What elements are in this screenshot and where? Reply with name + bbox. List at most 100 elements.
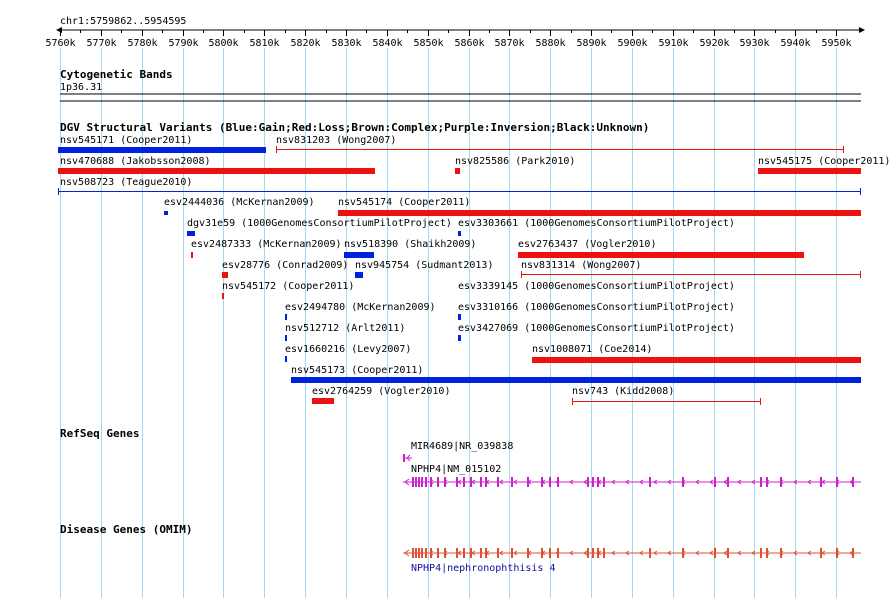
ruler-tick-label: 5920k bbox=[699, 38, 729, 49]
dgv-feature-bar bbox=[455, 168, 460, 174]
position-label: chr1:5759862..5954595 bbox=[60, 16, 186, 27]
gene-exon bbox=[511, 548, 513, 558]
gene-exon bbox=[437, 548, 439, 558]
dgv-feature-label: nsv545173 (Cooper2011) bbox=[291, 365, 423, 376]
dgv-track-title: DGV Structural Variants (Blue:Gain;Red:L… bbox=[60, 121, 649, 134]
gene-exon bbox=[549, 548, 551, 558]
dgv-feature[interactable]: nsv545173 (Cooper2011) bbox=[291, 365, 861, 383]
dgv-feature[interactable]: nsv1008071 (Coe2014) bbox=[532, 344, 861, 363]
dgv-feature[interactable]: esv1660216 (Levy2007) bbox=[285, 344, 411, 362]
dgv-feature-bar bbox=[187, 231, 195, 236]
dgv-feature[interactable]: esv3427069 (1000GenomesConsortiumPilotPr… bbox=[458, 323, 735, 334]
dgv-feature[interactable]: esv2763437 (Vogler2010) bbox=[518, 239, 804, 258]
gene-exon bbox=[412, 477, 414, 487]
dgv-feature-label: esv2487333 (McKernan2009) bbox=[191, 239, 342, 250]
dgv-feature[interactable]: nsv508723 (Teague2010) bbox=[58, 177, 861, 195]
dgv-feature-label: esv3339145 (1000GenomesConsortiumPilotPr… bbox=[458, 281, 735, 292]
ruler-tick-label: 5860k bbox=[454, 38, 484, 49]
ruler-tick-label: 5880k bbox=[535, 38, 565, 49]
dgv-feature-bar bbox=[58, 147, 266, 153]
dgv-feature-bar bbox=[222, 293, 224, 299]
dgv-feature-bar bbox=[285, 335, 287, 341]
gene-exon bbox=[852, 477, 854, 487]
dgv-feature[interactable]: dgv31e59 (1000GenomesConsortiumPilotProj… bbox=[187, 218, 452, 236]
dgv-feature-label: nsv831314 (Wong2007) bbox=[521, 260, 641, 271]
ruler-tick-label: 5910k bbox=[658, 38, 688, 49]
ruler-tick-label: 5810k bbox=[249, 38, 279, 49]
gene-label: NPHP4|NM_015102 bbox=[411, 464, 501, 475]
dgv-feature[interactable]: esv3303661 (1000GenomesConsortiumPilotPr… bbox=[458, 218, 735, 236]
dgv-feature[interactable]: nsv743 (Kidd2008) bbox=[572, 386, 761, 405]
dgv-feature[interactable]: nsv945754 (Sudmant2013) bbox=[355, 260, 493, 278]
dgv-feature-label: nsv470688 (Jakobsson2008) bbox=[60, 156, 211, 167]
ruler-ticks: 5760k 5770k 5780k 5790k 5800k 5810k 5820k 5830k… bbox=[45, 30, 852, 49]
dgv-feature[interactable]: esv2444036 (McKernan2009) bbox=[164, 197, 315, 215]
dgv-feature-bar bbox=[285, 314, 287, 320]
dgv-feature-bar bbox=[191, 252, 193, 258]
refseq-gene-mir4689[interactable]: MIR4689|NR_039838 bbox=[403, 441, 513, 462]
dgv-feature[interactable]: nsv831203 (Wong2007) bbox=[276, 135, 844, 153]
ruler-tick-label: 5870k bbox=[494, 38, 524, 49]
gene-exon bbox=[603, 477, 605, 487]
dgv-feature-label: nsv508723 (Teague2010) bbox=[60, 177, 192, 188]
gene-exon bbox=[415, 548, 417, 558]
dgv-feature-bar bbox=[285, 356, 287, 362]
dgv-feature[interactable]: nsv545172 (Cooper2011) bbox=[222, 281, 354, 299]
dgv-feature[interactable]: nsv831314 (Wong2007) bbox=[521, 260, 861, 278]
dgv-feature-label: nsv518390 (Shaikh2009) bbox=[344, 239, 476, 250]
omim-track-title: Disease Genes (OMIM) bbox=[60, 523, 192, 536]
dgv-feature[interactable]: esv3310166 (1000GenomesConsortiumPilotPr… bbox=[458, 302, 735, 341]
dgv-feature-label: esv3310166 (1000GenomesConsortiumPilotPr… bbox=[458, 302, 735, 313]
dgv-feature-label: esv3303661 (1000GenomesConsortiumPilotPr… bbox=[458, 218, 735, 229]
gene-exon bbox=[852, 548, 854, 558]
dgv-feature-bar bbox=[458, 314, 461, 320]
ruler-tick-label: 5760k bbox=[45, 38, 75, 49]
ruler-axis bbox=[56, 27, 865, 33]
gene-exon bbox=[649, 477, 651, 487]
dgv-feature[interactable]: nsv518390 (Shaikh2009) bbox=[344, 239, 476, 258]
dgv-feature[interactable]: esv2764259 (Vogler2010) bbox=[312, 386, 450, 404]
dgv-feature-bar bbox=[458, 335, 461, 341]
cytoband-track[interactable]: Cytogenetic Bands 1p36.31 bbox=[60, 68, 861, 102]
dgv-feature[interactable]: nsv825586 (Park2010) bbox=[455, 156, 575, 174]
gene-exon bbox=[714, 548, 716, 558]
dgv-feature[interactable]: esv2494780 (McKernan2009) bbox=[285, 302, 436, 320]
gene-exon bbox=[437, 477, 439, 487]
gene-exon bbox=[587, 477, 589, 487]
gene-exon bbox=[418, 477, 420, 487]
dgv-feature[interactable]: nsv545174 (Cooper2011) bbox=[338, 197, 861, 216]
dgv-feature[interactable]: esv28776 (Conrad2009) bbox=[222, 260, 348, 278]
dgv-feature-bar bbox=[458, 231, 461, 236]
dgv-feature[interactable]: esv3339145 (1000GenomesConsortiumPilotPr… bbox=[458, 281, 735, 320]
gene-exon bbox=[603, 548, 605, 558]
ruler-tick-label: 5900k bbox=[617, 38, 647, 49]
ruler-tick-label: 5940k bbox=[780, 38, 810, 49]
gene-exon bbox=[425, 477, 427, 487]
dgv-feature-label: esv2444036 (McKernan2009) bbox=[164, 197, 315, 208]
dgv-feature-label: esv3427069 (1000GenomesConsortiumPilotPr… bbox=[458, 323, 735, 334]
refseq-track-title: RefSeq Genes bbox=[60, 427, 139, 440]
dgv-feature[interactable]: nsv470688 (Jakobsson2008) bbox=[58, 156, 375, 174]
dgv-feature[interactable]: nsv545171 (Cooper2011) bbox=[58, 135, 266, 153]
gene-exon bbox=[425, 548, 427, 558]
dgv-feature-bar bbox=[164, 211, 168, 215]
dgv-feature-bar bbox=[58, 168, 375, 174]
dgv-feature-label: esv2494780 (McKernan2009) bbox=[285, 302, 436, 313]
dgv-feature[interactable]: nsv545175 (Cooper2011) bbox=[758, 156, 890, 174]
dgv-feature-label: nsv512712 (Arlt2011) bbox=[285, 323, 405, 334]
dgv-feature-label: esv2763437 (Vogler2010) bbox=[518, 239, 656, 250]
ruler-tick-label: 5930k bbox=[739, 38, 769, 49]
cytoband-track-title: Cytogenetic Bands bbox=[60, 68, 173, 81]
dgv-feature-bar bbox=[338, 210, 861, 216]
gene-exon bbox=[549, 477, 551, 487]
dgv-feature-label: nsv743 (Kidd2008) bbox=[572, 386, 674, 397]
gene-exon bbox=[415, 477, 417, 487]
dgv-feature[interactable]: esv2487333 (McKernan2009) bbox=[191, 239, 342, 258]
gene-exon bbox=[592, 548, 594, 558]
ruler-tick-label: 5820k bbox=[290, 38, 320, 49]
gene-exon bbox=[412, 548, 414, 558]
dgv-feature-bar bbox=[312, 398, 334, 404]
ruler-tick-label: 5780k bbox=[127, 38, 157, 49]
gene-exon bbox=[714, 477, 716, 487]
dgv-feature-bar bbox=[344, 252, 374, 258]
